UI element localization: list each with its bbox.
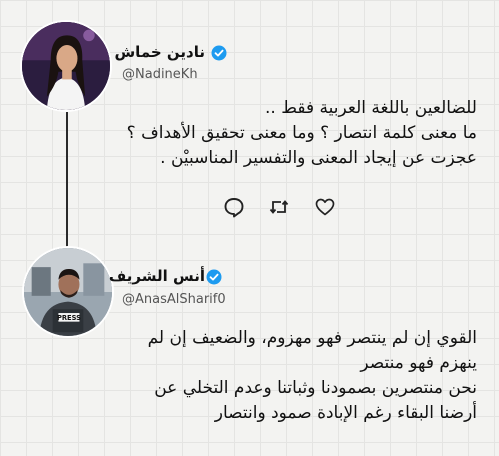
like-icon[interactable] [314,196,336,218]
display-name[interactable]: نادين خماش [114,43,205,61]
thread-connector-line [66,112,68,248]
verified-badge-icon [206,269,222,285]
tweet-line: القوي إن لم ينتصر فهو مهزوم، والضعيف إن … [147,328,477,348]
avatar[interactable]: PRESS [22,246,114,338]
user-handle[interactable]: @AnasAlSharif0 [122,292,226,307]
tweet-body: للضالعين باللغة العربية فقط .. ما معنى ك… [127,96,477,171]
avatar-portrait-journalist: PRESS [24,248,112,336]
user-handle[interactable]: @NadineKh [122,67,198,82]
tweet-line: نحن منتصرين بصمودنا وثباتنا وعدم التخلي … [154,378,477,398]
tweet-line: أرضنا البقاء رغم الإبادة صمود وانتصار [214,403,477,423]
avatar[interactable] [20,20,112,112]
tweet-body: القوي إن لم ينتصر فهو مهزوم، والضعيف إن … [148,326,477,426]
display-name[interactable]: أنس الشريف [109,267,205,285]
avatar-portrait-woman [22,22,110,110]
press-badge: PRESS [57,314,81,322]
retweet-icon[interactable] [268,196,290,218]
tweet-line: ينهزم فهو منتصر [360,353,477,373]
verified-badge-icon [211,45,227,61]
tweet-line: للضالعين باللغة العربية فقط .. [265,98,477,118]
tweet-line: عجزت عن إيجاد المعنى والتفسير المناسبيْن… [160,148,477,168]
reply-icon[interactable] [223,196,245,218]
tweet-line: ما معنى كلمة انتصار ؟ وما معنى تحقيق الأ… [126,123,477,143]
